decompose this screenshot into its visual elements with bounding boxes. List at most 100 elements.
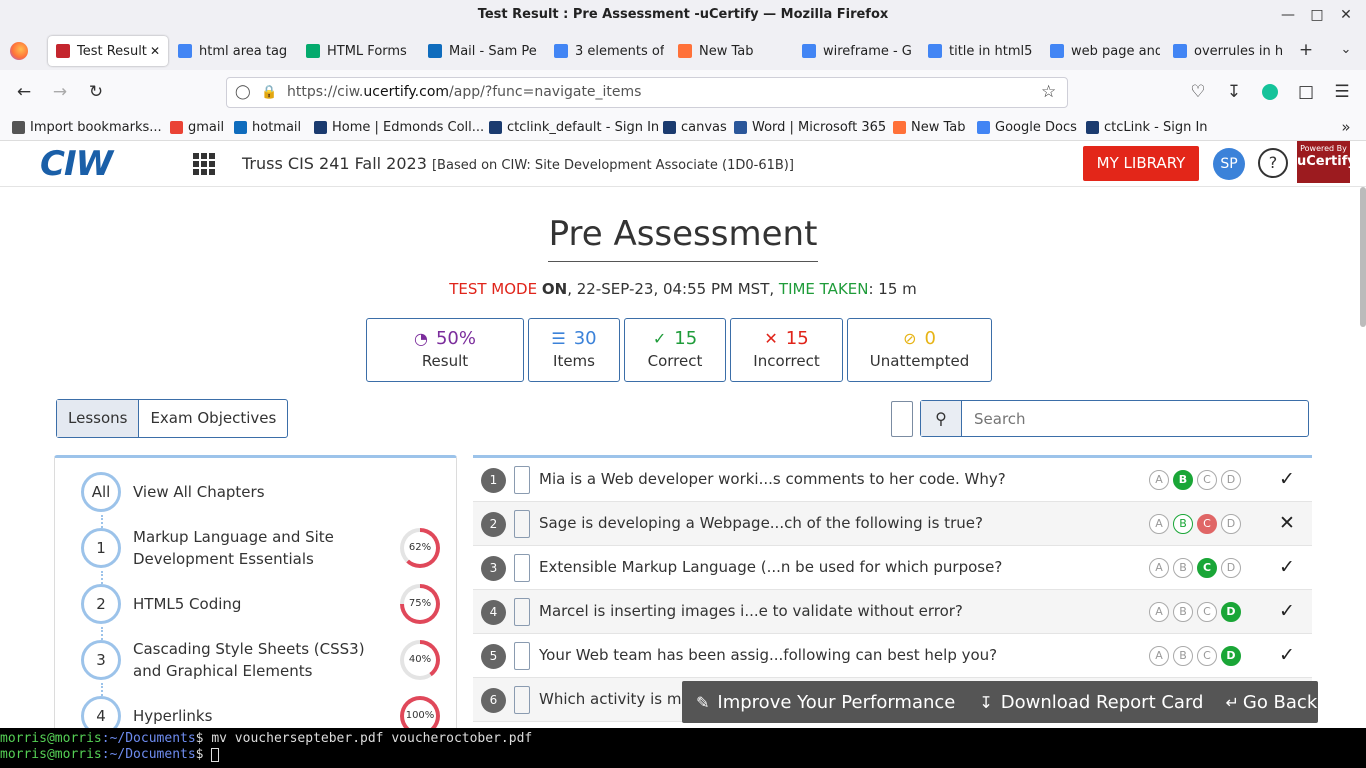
tab-7[interactable]: wireframe - G	[792, 36, 914, 66]
pocket-icon[interactable]: ♡	[1186, 80, 1210, 104]
question-text[interactable]: Your Web team has been assig...following…	[539, 646, 997, 664]
bookmark-item[interactable]: New Tab	[893, 117, 966, 137]
user-avatar[interactable]: SP	[1213, 148, 1245, 180]
question-row[interactable]: 3 Extensible Markup Language (...n be use…	[473, 546, 1312, 590]
search-input[interactable]	[962, 401, 1308, 436]
firefox-menu-icon[interactable]	[10, 42, 28, 60]
close-window-icon[interactable]: ✕	[1334, 0, 1358, 30]
chapter-title: Cascading Style Sheets (CSS3) and Graphi…	[133, 640, 365, 680]
chapter-progress: 40%	[400, 640, 440, 680]
question-text[interactable]: Extensible Markup Language (...n be used…	[539, 558, 1002, 576]
back-icon[interactable]: ←	[12, 80, 36, 104]
chapter-item[interactable]: 3 Cascading Style Sheets (CSS3) and Graph…	[55, 638, 456, 694]
shield-icon[interactable]: ◯	[235, 78, 251, 107]
check-icon: ✓	[652, 329, 667, 348]
search-icon[interactable]: ⚲	[921, 401, 962, 436]
page-scrollbar[interactable]	[1360, 187, 1366, 327]
bookmark-item[interactable]: ctcLink - Sign In	[1086, 117, 1208, 137]
question-text[interactable]: Marcel is inserting images i...e to vali…	[539, 602, 963, 620]
maximize-icon[interactable]: □	[1305, 0, 1329, 30]
bookmark-star-icon[interactable]: ☆	[1041, 78, 1056, 107]
tab-2[interactable]: html area tag	[168, 36, 292, 66]
stat-label: Unattempted	[869, 352, 970, 370]
tab-exam-objectives[interactable]: Exam Objectives	[139, 400, 287, 437]
question-text[interactable]: Sage is developing a Webpage...ch of the…	[539, 514, 983, 532]
bookmark-filter-icon[interactable]	[891, 401, 913, 437]
option-b: B	[1173, 558, 1193, 578]
tab-4[interactable]: Mail - Sam Pe	[418, 36, 540, 66]
bookmark-favicon-icon	[663, 120, 676, 134]
more-bookmarks-icon[interactable]: »	[1334, 115, 1358, 139]
bookmark-icon[interactable]	[514, 466, 530, 494]
chapter-title: HTML5 Coding	[133, 595, 242, 613]
downloads-icon[interactable]: ↧	[1222, 80, 1246, 104]
google-icon	[928, 44, 942, 58]
question-text[interactable]: Which activity is mos	[539, 690, 698, 708]
tab-label: wireframe - G	[823, 43, 912, 59]
tab-9[interactable]: web page and	[1040, 36, 1160, 66]
chapter-number: 1	[81, 528, 121, 568]
question-row[interactable]: 2 Sage is developing a Webpage...ch of th…	[473, 502, 1312, 546]
forward-icon[interactable]: →	[48, 80, 72, 104]
chapter-item[interactable]: 1 Markup Language and Site Development Es…	[55, 526, 456, 582]
bookmark-item[interactable]: Google Docs	[977, 117, 1077, 137]
tab-8[interactable]: title in html5	[918, 36, 1036, 66]
improve-performance-button[interactable]: ✎ Improve Your Performance	[696, 692, 955, 713]
bookmark-item[interactable]: Home | Edmonds Coll...	[314, 117, 484, 137]
go-back-button[interactable]: ↵ Go Back	[1225, 692, 1317, 713]
stat-number: 30	[573, 328, 597, 349]
bookmark-item[interactable]: gmail	[170, 117, 224, 137]
tab-lessons[interactable]: Lessons	[57, 400, 140, 437]
clipboard-icon: ✎	[696, 692, 710, 712]
stat-value: ☰ 30	[529, 328, 619, 349]
ciw-logo[interactable]: CIW	[40, 145, 142, 183]
tab-label: overrules in h	[1194, 43, 1283, 59]
option-b: B	[1173, 514, 1193, 534]
powered-by-badge: Powered By uCertify	[1297, 141, 1356, 183]
tab-1[interactable]: Test Result ✕	[48, 36, 168, 66]
grammarly-icon[interactable]	[1262, 84, 1278, 100]
minimize-icon[interactable]: —	[1276, 0, 1300, 30]
bookmark-icon[interactable]	[514, 598, 530, 626]
download-report-button[interactable]: ↧ Download Report Card	[979, 692, 1203, 713]
chapter-item[interactable]: 2 HTML5 Coding 75%	[55, 582, 456, 638]
question-row[interactable]: 5 Your Web team has been assig...followin…	[473, 634, 1312, 678]
new-tab-icon[interactable]: +	[1294, 38, 1318, 62]
terminal[interactable]: morris@morris:~/Documents$ mv vouchersep…	[0, 728, 1366, 768]
stat-number: 0	[924, 328, 936, 349]
tab-6[interactable]: New Tab	[668, 36, 790, 66]
question-text[interactable]: Mia is a Web developer worki...s comment…	[539, 470, 1006, 488]
tab-5[interactable]: 3 elements of	[544, 36, 664, 66]
bookmark-item[interactable]: Word | Microsoft 365	[734, 117, 886, 137]
apps-grid-icon[interactable]	[193, 153, 215, 175]
bookmark-icon[interactable]	[514, 554, 530, 582]
question-row[interactable]: 4 Marcel is inserting images i...e to val…	[473, 590, 1312, 634]
chapter-item[interactable]: All View All Chapters	[55, 470, 456, 526]
bookmark-icon[interactable]	[514, 686, 530, 714]
bookmark-item[interactable]: Import bookmarks...	[12, 117, 162, 137]
url-text[interactable]: https://ciw.ucertify.com/app/?func=navig…	[287, 78, 641, 107]
url-bar[interactable]: ◯ 🔒 https://ciw.ucertify.com/app/?func=n…	[226, 77, 1068, 108]
bookmark-item[interactable]: ctclink_default - Sign In	[489, 117, 659, 137]
help-icon[interactable]: ?	[1258, 148, 1288, 178]
google-icon	[802, 44, 816, 58]
bookmark-icon[interactable]	[514, 510, 530, 538]
bookmark-item[interactable]: canvas	[663, 117, 727, 137]
bookmark-icon[interactable]	[514, 642, 530, 670]
outlook-icon	[428, 44, 442, 58]
list-all-tabs-icon[interactable]: ⌄	[1334, 38, 1358, 62]
hamburger-menu-icon[interactable]: ☰	[1330, 80, 1354, 104]
extensions-icon[interactable]: □	[1294, 80, 1318, 104]
bookmark-label: gmail	[188, 119, 225, 135]
my-library-button[interactable]: MY LIBRARY	[1083, 146, 1199, 181]
bookmark-label: Import bookmarks...	[30, 119, 162, 135]
bookmark-item[interactable]: hotmail	[234, 117, 301, 137]
tab-10[interactable]: overrules in h	[1163, 36, 1283, 66]
reload-icon[interactable]: ↻	[84, 80, 108, 104]
window-title: Test Result : Pre Assessment -uCertify —…	[477, 7, 889, 22]
close-tab-icon[interactable]: ✕	[150, 44, 160, 58]
question-row[interactable]: 1 Mia is a Web developer worki...s commen…	[473, 458, 1312, 502]
option-b: B	[1173, 646, 1193, 666]
tab-3[interactable]: HTML Forms	[296, 36, 414, 66]
lock-icon[interactable]: 🔒	[261, 78, 277, 107]
